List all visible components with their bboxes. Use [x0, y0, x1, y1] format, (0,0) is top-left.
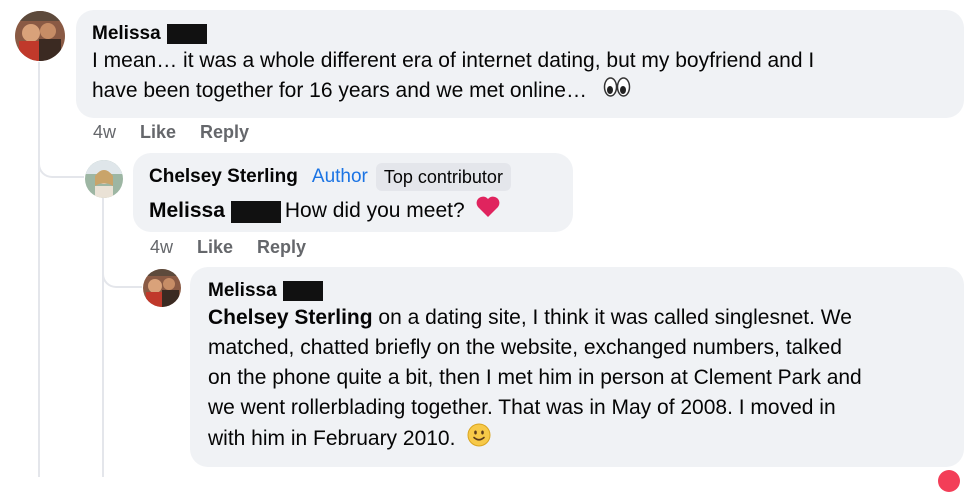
slightly-smiling-emoji-icon	[467, 423, 491, 456]
eyes-emoji-icon	[603, 76, 631, 107]
red-heart-emoji-icon	[475, 195, 501, 228]
comment-bubble-melissa-2: Melissa Chelsey Sterling on a dating sit…	[190, 267, 964, 467]
comment-actions: 4w Like Reply	[150, 237, 306, 258]
comment-timestamp[interactable]: 4w	[150, 237, 173, 258]
avatar-chelsey[interactable]	[85, 160, 123, 198]
redaction-box	[166, 23, 207, 44]
comment-text: Chelsey Sterling on a dating site, I thi…	[208, 303, 946, 456]
redaction-box	[282, 280, 323, 301]
comment-bubble-melissa-1: Melissa I mean… it was a whole different…	[76, 10, 964, 118]
comment-author[interactable]: Chelsey Sterling	[149, 165, 298, 189]
comment-text: I mean… it was a whole different era of …	[92, 46, 948, 107]
comment-author[interactable]: Melissa	[208, 279, 946, 303]
comment-header: Chelsey Sterling Author Top contributor	[149, 163, 557, 191]
top-contributor-badge[interactable]: Top contributor	[375, 163, 511, 191]
thread-curve-reply-2	[102, 236, 142, 288]
comment-bubble-chelsey: Chelsey Sterling Author Top contributor …	[133, 153, 573, 232]
author-badge: Author	[311, 166, 368, 187]
reply-button[interactable]: Reply	[200, 122, 249, 143]
avatar-melissa[interactable]	[15, 11, 65, 61]
reaction-icon[interactable]	[938, 470, 960, 492]
mention-link[interactable]: Chelsey Sterling	[208, 306, 373, 329]
comment-text: Melissa How did you meet?	[149, 195, 557, 228]
reply-button[interactable]: Reply	[257, 237, 306, 258]
comment-author[interactable]: Melissa	[92, 22, 948, 46]
redaction-box	[230, 200, 281, 223]
comment-timestamp[interactable]: 4w	[93, 122, 116, 143]
comment-actions: 4w Like Reply	[93, 122, 249, 143]
avatar-melissa-reply[interactable]	[143, 269, 181, 307]
thread-curve-reply-1	[38, 120, 84, 178]
mention-link[interactable]: Melissa	[149, 199, 225, 222]
like-button[interactable]: Like	[197, 237, 233, 258]
like-button[interactable]: Like	[140, 122, 176, 143]
